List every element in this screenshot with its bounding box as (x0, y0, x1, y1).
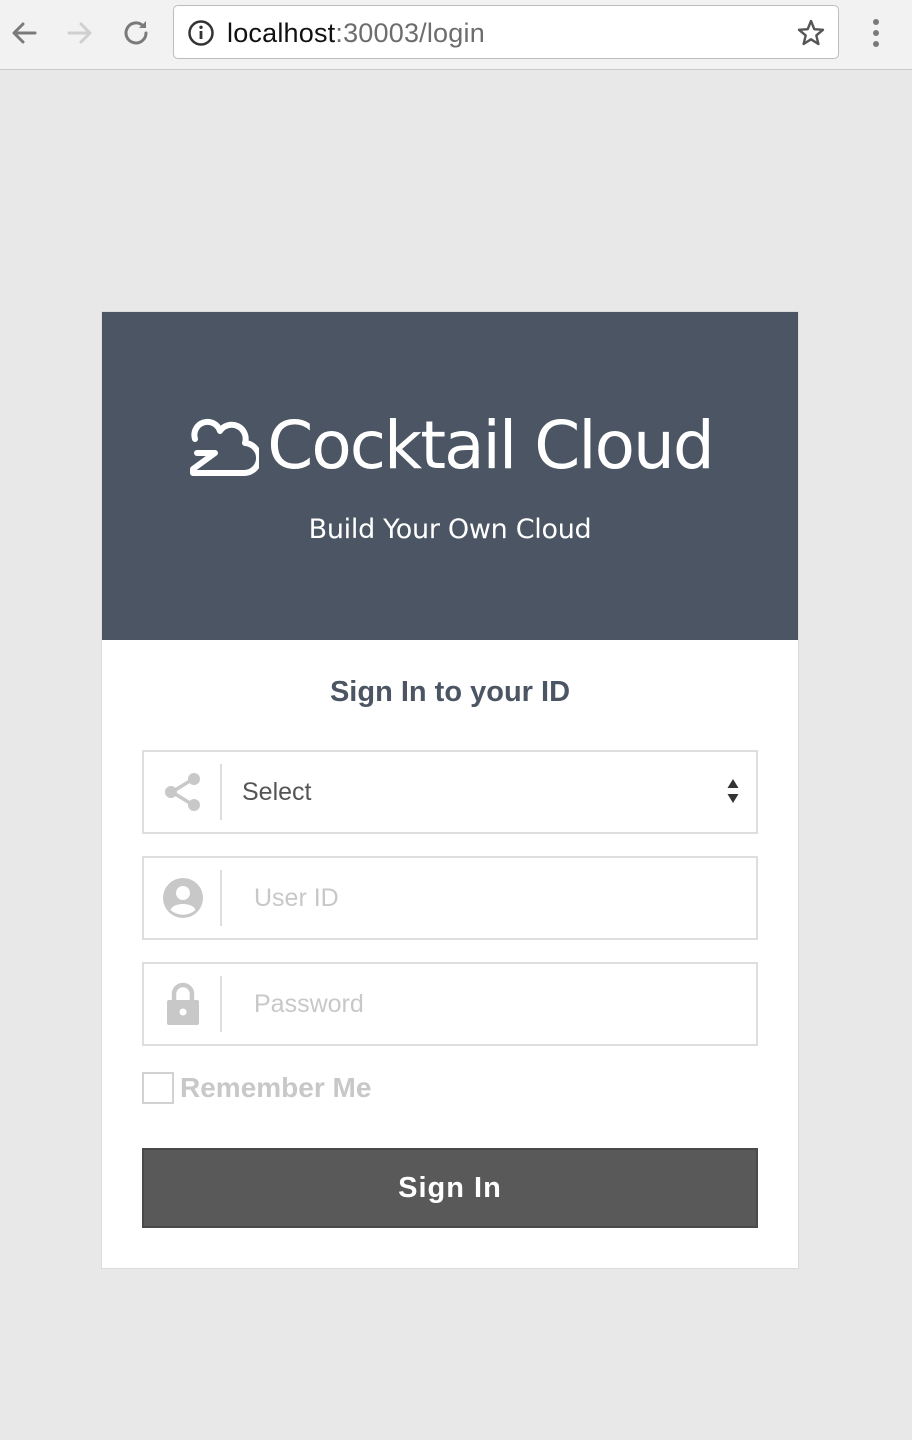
share-icon (165, 773, 200, 811)
lock-icon-wrap (144, 964, 222, 1044)
tagline: Build Your Own Cloud (308, 514, 592, 545)
remember-me-label[interactable]: Remember Me (180, 1070, 371, 1106)
form-title: Sign In to your ID (329, 676, 571, 708)
select-icon-wrap (144, 752, 222, 832)
field-divider (220, 764, 222, 820)
lock-icon (167, 982, 199, 1025)
password-field (142, 962, 758, 1046)
arrow-left-icon (12, 22, 37, 44)
remember-me[interactable]: Remember Me (142, 1070, 371, 1106)
login-card: Cocktail Cloud Build Your Own Cloud Sign… (101, 311, 799, 1269)
cloud-logo-icon (190, 418, 260, 477)
star-icon[interactable] (796, 18, 826, 48)
user-icon-wrap (144, 858, 222, 938)
browser-toolbar: localhost:30003/login (0, 0, 912, 70)
password-input[interactable] (236, 974, 736, 1034)
user-id-input[interactable] (236, 868, 736, 928)
more-vert-icon (873, 19, 879, 47)
user-circle-icon (163, 878, 203, 918)
reload-button[interactable] (118, 14, 154, 52)
brand: Cocktail Cloud (102, 408, 798, 484)
card-header: Cocktail Cloud Build Your Own Cloud (102, 312, 798, 640)
arrow-right-icon (67, 22, 92, 44)
info-icon[interactable] (187, 19, 215, 47)
field-divider (220, 870, 222, 926)
browser-menu-button[interactable] (862, 14, 890, 52)
forward-button[interactable] (62, 14, 98, 52)
field-divider (220, 976, 222, 1032)
url-path: :30003/login (335, 18, 485, 48)
sign-in-button[interactable]: Sign In (142, 1148, 758, 1228)
reload-icon (124, 21, 148, 45)
url-text[interactable]: localhost:30003/login (227, 17, 485, 49)
brand-name: Cocktail Cloud (267, 407, 714, 484)
select-value: Select (242, 778, 312, 806)
remember-me-checkbox[interactable] (142, 1072, 174, 1104)
select-arrows-icon (727, 779, 739, 803)
user-id-field (142, 856, 758, 940)
address-bar[interactable]: localhost:30003/login (173, 5, 839, 59)
url-host: localhost (227, 18, 336, 48)
domain-select[interactable]: Select (142, 750, 758, 834)
back-button[interactable] (6, 14, 42, 52)
